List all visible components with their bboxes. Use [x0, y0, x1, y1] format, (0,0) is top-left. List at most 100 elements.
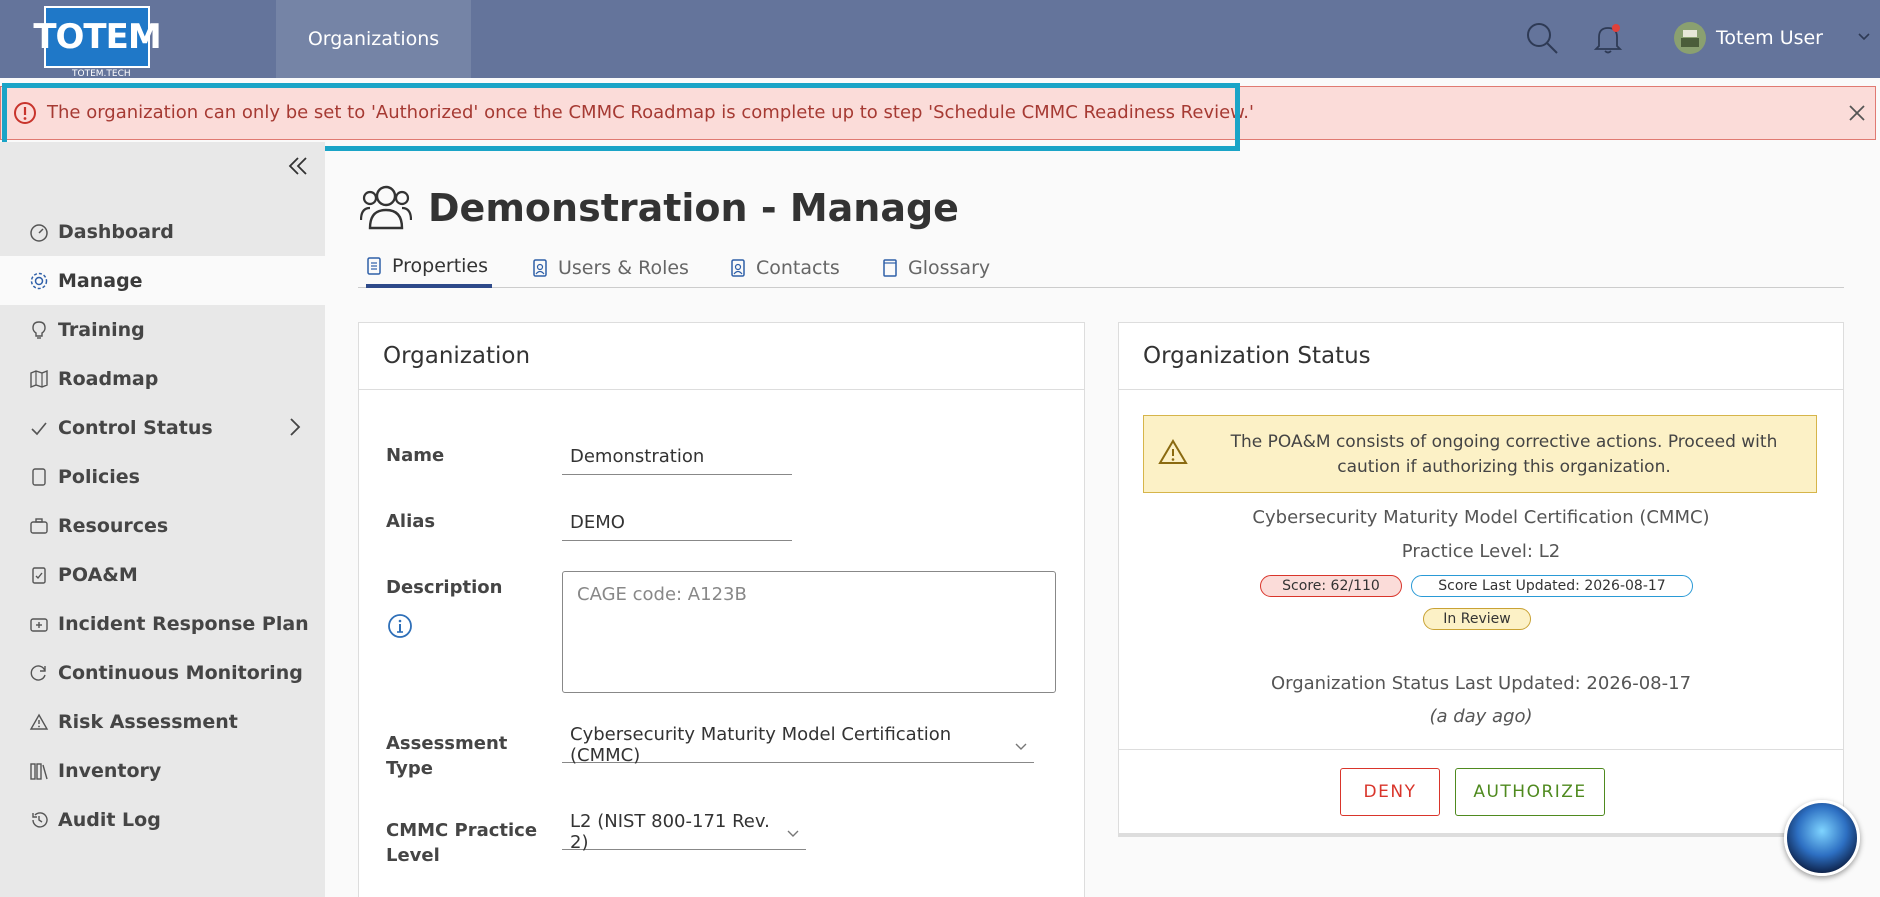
sidebar-item-poam[interactable]: POA&M	[0, 550, 325, 599]
sidebar-item-manage[interactable]: Manage	[0, 256, 325, 305]
name-field[interactable]: Demonstration	[562, 439, 792, 475]
sidebar-item-resources[interactable]: Resources	[0, 501, 325, 550]
error-icon	[13, 101, 37, 125]
inventory-icon	[28, 760, 50, 782]
tab-contacts[interactable]: Contacts	[730, 248, 840, 288]
practice-level-label: CMMC Practice Level	[386, 820, 538, 866]
page-title: Demonstration - Manage	[428, 186, 959, 230]
card-title: Organization	[383, 343, 531, 369]
sidebar-item-audit-log[interactable]: Audit Log	[0, 795, 325, 844]
close-icon[interactable]	[1843, 99, 1871, 127]
organization-status-card: Organization Status The POA&M consists o…	[1118, 322, 1844, 834]
top-header: TOTEM TOTEM.TECH Organizations Totem Use…	[0, 0, 1880, 79]
map-icon	[28, 368, 50, 390]
name-label: Name	[386, 445, 445, 466]
check-icon	[28, 417, 50, 439]
tab-glossary[interactable]: Glossary	[882, 248, 990, 288]
tab-bar: Properties Users & Roles Contacts Glossa…	[358, 248, 1844, 288]
score-updated-badge: Score Last Updated: 2026-08-17	[1411, 575, 1693, 597]
chevron-down-icon[interactable]	[1856, 28, 1872, 47]
alias-field[interactable]: DEMO	[562, 505, 792, 541]
sidebar-item-label: Training	[58, 318, 145, 341]
assessment-type-label: Assessment Type	[386, 733, 508, 779]
framework-name: Cybersecurity Maturity Model Certificati…	[1252, 507, 1710, 528]
sidebar-item-label: Inventory	[58, 759, 162, 782]
assistant-launcher-button[interactable]	[1784, 800, 1860, 876]
logo-subtitle: TOTEM.TECH	[72, 69, 131, 79]
sidebar-item-label: Risk Assessment	[58, 710, 238, 733]
sidebar-item-label: Continuous Monitoring	[58, 661, 303, 684]
refresh-icon	[28, 662, 50, 684]
sidebar-item-label: Dashboard	[58, 220, 174, 243]
user-menu[interactable]: Totem User	[1674, 18, 1823, 58]
chevron-right-icon[interactable]	[288, 417, 302, 442]
sidebar-item-label: Roadmap	[58, 367, 159, 390]
sidebar-item-inventory[interactable]: Inventory	[0, 746, 325, 795]
sidebar: Dashboard Manage Training Roadmap Contro…	[0, 142, 325, 897]
warning-icon	[28, 711, 50, 733]
description-textarea[interactable]: CAGE code: A123B	[562, 571, 1056, 693]
tab-users-roles[interactable]: Users & Roles	[532, 248, 689, 288]
gear-icon	[28, 270, 50, 292]
sidebar-item-label: Manage	[58, 269, 143, 292]
sidebar-item-label: Policies	[58, 465, 140, 488]
dashboard-icon	[28, 221, 50, 243]
chevron-down-icon	[786, 824, 800, 845]
book-icon	[882, 258, 900, 278]
bell-icon[interactable]	[1588, 18, 1628, 58]
practice-level: Practice Level: L2	[1401, 541, 1561, 562]
collapse-sidebar-icon[interactable]	[284, 152, 312, 180]
lightbulb-icon	[28, 319, 50, 341]
alert-message: The organization can only be set to 'Aut…	[47, 102, 1254, 123]
tab-label: Contacts	[756, 257, 840, 279]
history-icon	[28, 809, 50, 831]
page-header: Demonstration - Manage	[359, 180, 959, 236]
search-icon[interactable]	[1522, 18, 1562, 58]
logo-text: TOTEM	[33, 8, 162, 66]
warning-icon	[1158, 438, 1188, 466]
id-badge-icon	[532, 258, 550, 278]
tab-label: Glossary	[908, 257, 991, 279]
contact-icon	[730, 258, 748, 278]
score-badge: Score: 62/110	[1260, 575, 1402, 597]
sidebar-item-label: Audit Log	[58, 808, 161, 831]
sidebar-item-training[interactable]: Training	[0, 305, 325, 354]
sidebar-item-continuous-monitoring[interactable]: Continuous Monitoring	[0, 648, 325, 697]
sidebar-item-roadmap[interactable]: Roadmap	[0, 354, 325, 403]
authorize-button[interactable]: AUTHORIZE	[1455, 768, 1605, 816]
warning-text: The POA&M consists of ongoing corrective…	[1230, 432, 1778, 477]
sidebar-item-risk-assessment[interactable]: Risk Assessment	[0, 697, 325, 746]
avatar	[1674, 22, 1706, 54]
tab-label: Users & Roles	[558, 257, 689, 279]
select-value: L2 (NIST 800-171 Rev. 2)	[570, 810, 770, 853]
sidebar-item-control-status[interactable]: Control Status	[0, 403, 325, 452]
info-icon[interactable]	[387, 613, 413, 643]
poam-warning: The POA&M consists of ongoing corrective…	[1143, 415, 1817, 493]
practice-level-select[interactable]: L2 (NIST 800-171 Rev. 2)	[562, 810, 806, 853]
status-badge: In Review	[1423, 608, 1531, 630]
sidebar-item-label: POA&M	[58, 563, 138, 586]
users-icon	[359, 182, 413, 234]
document-icon	[366, 256, 384, 276]
briefcase-icon	[28, 515, 50, 537]
status-relative-time: (a day ago)	[1429, 706, 1533, 727]
alias-label: Alias	[386, 511, 436, 532]
sidebar-item-dashboard[interactable]: Dashboard	[0, 207, 325, 256]
document-icon	[28, 466, 50, 488]
totem-logo[interactable]: TOTEM TOTEM.TECH	[33, 6, 162, 79]
deny-button[interactable]: DENY	[1340, 768, 1440, 816]
tab-properties[interactable]: Properties	[366, 248, 493, 288]
sidebar-item-label: Incident Response Plan	[58, 612, 309, 635]
user-name: Totem User	[1716, 27, 1823, 49]
sidebar-item-incident-response[interactable]: Incident Response Plan	[0, 599, 325, 648]
clipboard-icon	[28, 564, 50, 586]
tab-label: Properties	[392, 255, 489, 277]
assessment-type-select[interactable]: Cybersecurity Maturity Model Certificati…	[562, 723, 1034, 766]
sidebar-item-label: Resources	[58, 514, 169, 537]
card-title: Organization Status	[1143, 343, 1371, 369]
nav-tab-organizations[interactable]: Organizations	[276, 0, 471, 78]
first-aid-icon	[28, 613, 50, 635]
organization-card: Organization Name Demonstration Alias DE…	[358, 322, 1085, 897]
sidebar-item-policies[interactable]: Policies	[0, 452, 325, 501]
select-value: Cybersecurity Maturity Model Certificati…	[570, 723, 952, 766]
